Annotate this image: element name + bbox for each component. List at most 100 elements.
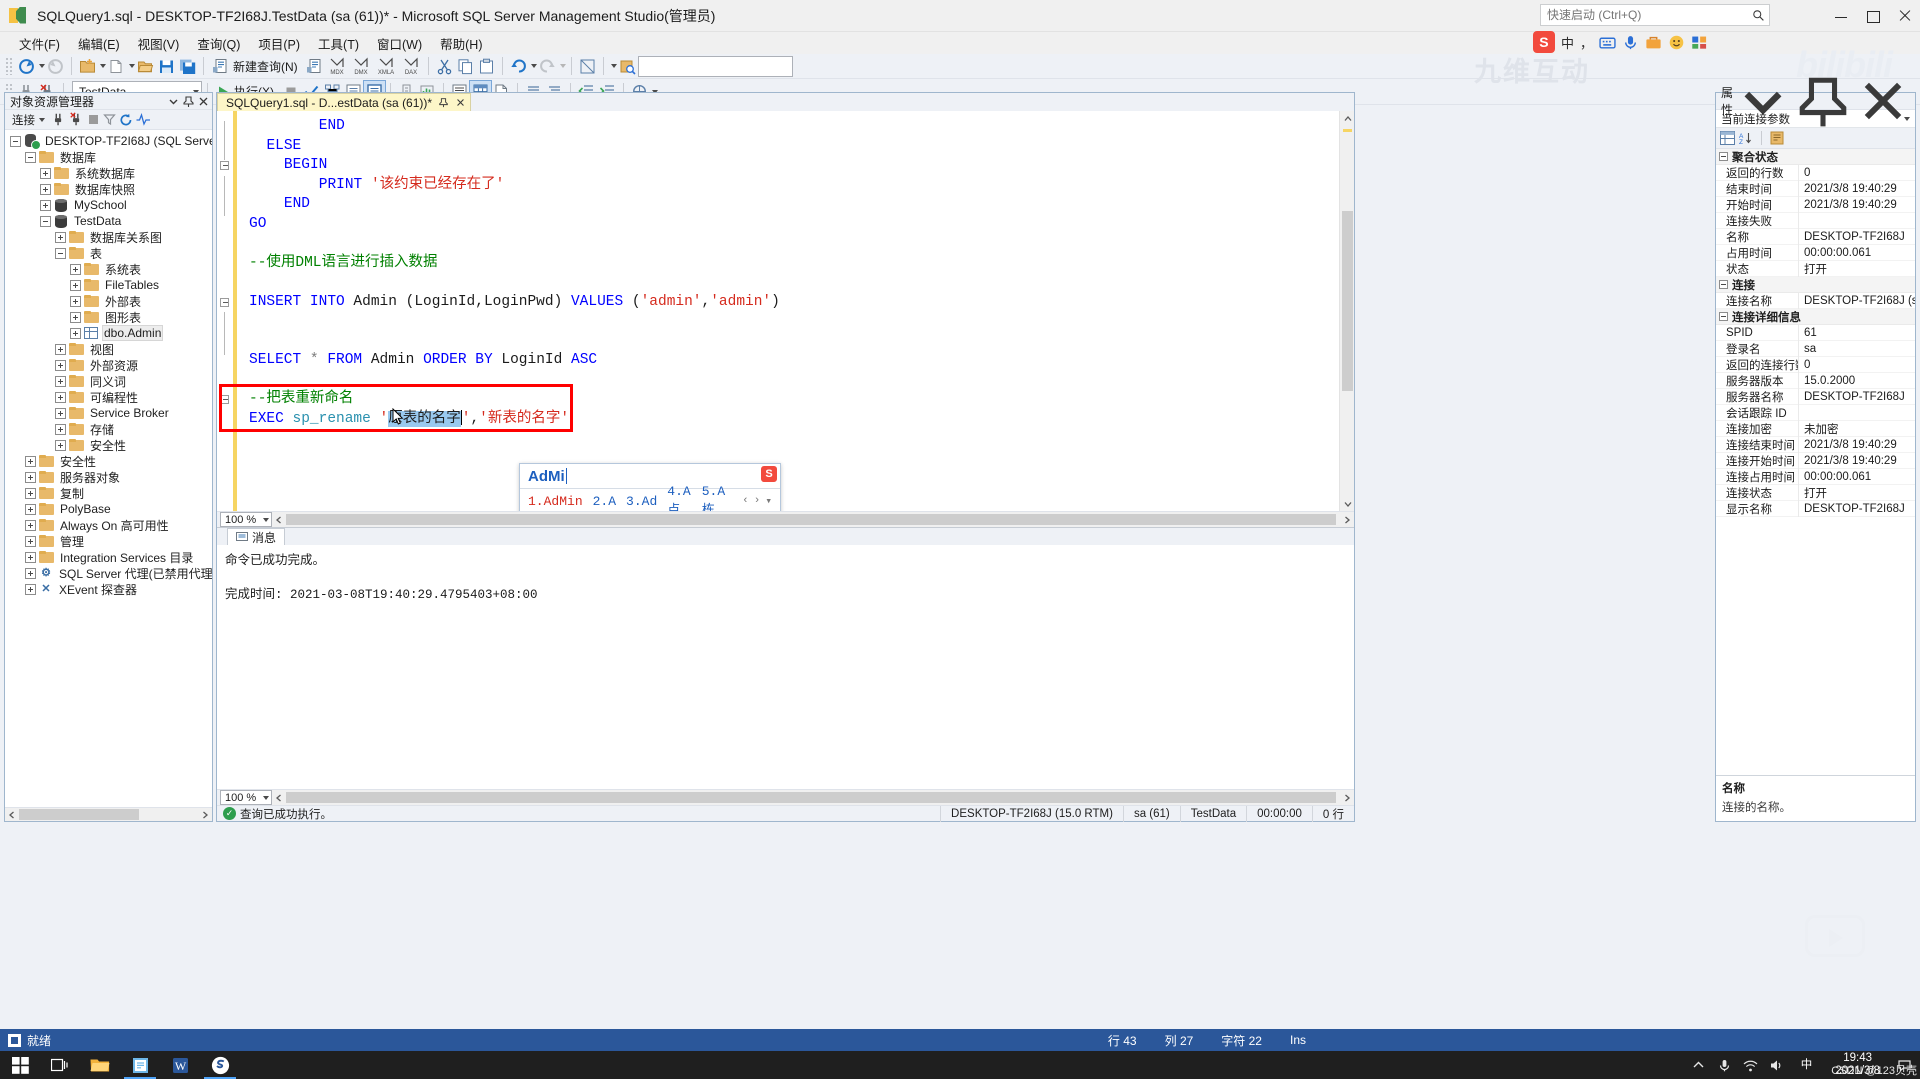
start-button[interactable] [0,1051,40,1079]
tree-node[interactable]: TestData [5,213,212,229]
new-xmla-query-button[interactable]: XMLA [373,56,399,77]
hscroll-left-arrow-icon[interactable] [272,513,286,527]
expand-icon[interactable] [55,423,66,435]
cut-button[interactable] [434,56,455,77]
property-value[interactable]: DESKTOP-TF2I68J [1798,228,1915,245]
tree-node[interactable]: Service Broker [5,405,212,421]
object-explorer-hscrollbar[interactable] [5,807,212,821]
property-row[interactable]: 会话跟踪 ID [1716,404,1915,421]
expand-icon[interactable] [25,487,36,499]
expand-icon[interactable] [70,327,81,339]
vscroll-thumb[interactable] [1342,211,1353,391]
tree-node[interactable]: 存储 [5,421,212,437]
expand-icon[interactable] [40,199,51,211]
properties-grid[interactable]: 聚合状态 返回的行数 0 结束时间 2021/3/8 19:40:29 开始时间 2021/… [1716,149,1915,775]
property-value[interactable]: 0 [1798,164,1915,181]
property-value[interactable]: 15.0.2000 [1798,372,1915,389]
find-in-files-button[interactable] [617,56,638,77]
minimize-button[interactable] [1834,9,1848,23]
toolbar-grip[interactable] [5,57,13,75]
code-text-area[interactable]: END ELSE BEGIN PRINT '该约束已经存在了' END GO --使用DML… [237,111,1354,511]
code-line[interactable]: BEGIN [249,156,328,176]
ime-next-page-icon[interactable]: › [754,495,761,507]
tree-node[interactable]: 外部表 [5,293,212,309]
menu-project[interactable]: 项目(P) [249,32,309,55]
scroll-down-arrow-icon[interactable] [1340,496,1354,511]
tree-node[interactable]: 表 [5,245,212,261]
property-value[interactable]: 00:00:00.061 [1798,244,1915,261]
expand-icon[interactable] [40,183,51,195]
code-line[interactable]: --使用DML语言进行插入数据 [249,254,438,274]
code-line[interactable]: GO [249,215,266,235]
property-row[interactable]: 连接结束时间 2021/3/8 19:40:29 [1716,436,1915,453]
property-value[interactable]: 打开 [1798,260,1915,277]
ime-prev-page-icon[interactable]: ‹ [742,495,749,507]
navigate-forward-button[interactable] [45,56,66,77]
property-value[interactable] [1798,404,1915,421]
property-row[interactable]: 连接失败 [1716,212,1915,229]
res-hscroll-left-arrow-icon[interactable] [272,791,286,805]
collapse-icon[interactable] [25,151,36,163]
copy-button[interactable] [455,56,476,77]
save-all-button[interactable] [177,56,198,77]
tree-node[interactable]: Always On 高可用性 [5,517,212,533]
new-project-button[interactable] [77,56,98,77]
close-tab-icon[interactable] [455,97,466,108]
tree-node[interactable]: 管理 [5,533,212,549]
expand-icon[interactable] [25,455,36,467]
quick-launch-box[interactable] [1540,4,1770,26]
connect-plug-icon[interactable] [51,112,66,127]
expand-icon[interactable] [70,279,81,291]
property-value[interactable]: 打开 [1798,484,1915,501]
property-row[interactable]: 连接占用时间 00:00:00.061 [1716,468,1915,485]
expand-icon[interactable] [25,583,36,595]
smiley-icon[interactable] [1668,34,1685,51]
network-tray-icon[interactable] [1743,1058,1758,1073]
expand-icon[interactable] [25,471,36,483]
expand-icon[interactable] [25,535,36,547]
disconnect-plug-icon[interactable] [69,112,84,127]
property-row[interactable]: 结束时间 2021/3/8 19:40:29 [1716,180,1915,197]
editor-hscroll-thumb[interactable] [286,514,1336,525]
new-mdx-query-button[interactable]: MDX [325,56,349,77]
results-hscroll-thumb[interactable] [286,792,1336,803]
code-line[interactable]: END [249,195,310,215]
tree-node[interactable]: 复制 [5,485,212,501]
hscroll-track[interactable] [19,808,198,821]
fold-toggle-icon[interactable] [220,161,229,170]
tree-node[interactable]: 数据库关系图 [5,229,212,245]
save-button[interactable] [156,56,177,77]
expand-icon[interactable] [25,503,36,515]
scroll-right-arrow-icon[interactable] [198,808,212,821]
ime-mode-label[interactable]: 中 [1561,33,1574,52]
property-row[interactable]: 名称 DESKTOP-TF2I68J [1716,228,1915,245]
property-row[interactable]: 连接开始时间 2021/3/8 19:40:29 [1716,452,1915,469]
ime-candidate-5[interactable]: 5.A栋 [702,484,726,511]
collapse-icon[interactable] [1719,152,1728,161]
ime-candidate-popup[interactable]: AdMi 1.AdMin 2.A 3.Ad 4.A点 5.A栋 ‹ › ▾ S [519,463,781,511]
stop-icon[interactable] [87,113,100,126]
microphone-tray-icon[interactable] [1717,1058,1732,1073]
property-row[interactable]: 开始时间 2021/3/8 19:40:29 [1716,196,1915,213]
navigate-backward-button[interactable] [16,56,37,77]
redo-caret-icon[interactable] [559,64,566,68]
volume-tray-icon[interactable] [1769,1058,1784,1073]
fold-toggle-icon[interactable] [220,297,229,307]
tree-node[interactable]: FileTables [5,277,212,293]
collapse-icon[interactable] [1719,312,1728,321]
pin-icon[interactable] [182,95,195,108]
property-row[interactable]: 连接加密 未加密 [1716,420,1915,437]
redo-button[interactable] [537,56,558,77]
hscroll-right-arrow-icon[interactable] [1340,513,1354,527]
property-value[interactable]: 00:00:00.061 [1798,468,1915,485]
property-row[interactable]: 显示名称 DESKTOP-TF2I68J [1716,500,1915,517]
tree-node[interactable]: 同义词 [5,373,212,389]
properties-category[interactable]: 连接 [1716,277,1915,293]
alphabetical-view-icon[interactable]: AZ [1738,131,1753,145]
property-pages-icon[interactable] [1770,131,1785,145]
property-value[interactable]: DESKTOP-TF2I68J [1798,500,1915,517]
task-view-button[interactable] [40,1051,80,1079]
quick-launch-input[interactable] [1545,7,1752,23]
property-value[interactable]: 0 [1798,356,1915,373]
sogou-logo-icon[interactable]: S [1532,31,1555,53]
